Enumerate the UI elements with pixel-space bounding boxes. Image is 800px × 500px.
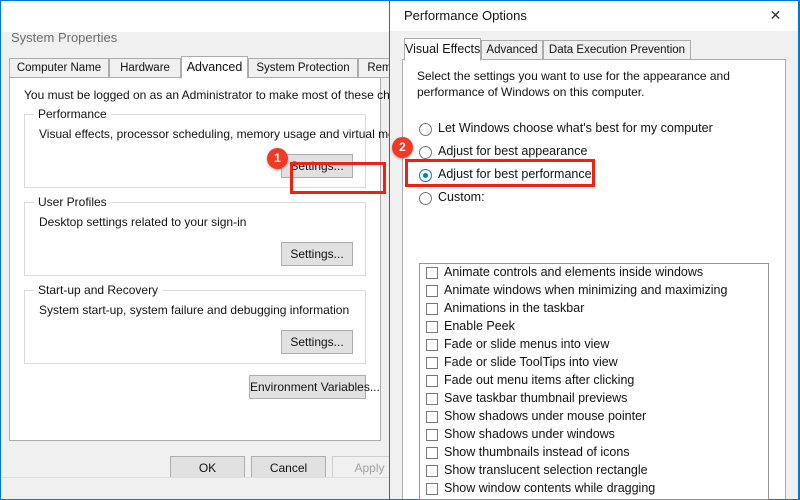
checkbox-icon: [426, 357, 438, 369]
effect-list-item[interactable]: Enable Peek: [420, 318, 768, 336]
effect-list-item-label: Fade or slide ToolTips into view: [444, 355, 618, 369]
administrator-note: You must be logged on as an Administrato…: [24, 88, 426, 102]
effect-list-item[interactable]: Show thumbnails instead of icons: [420, 444, 768, 462]
visual-effects-description: Select the settings you want to use for …: [417, 69, 730, 99]
effect-list-item-label: Animate controls and elements inside win…: [444, 265, 704, 279]
checkbox-icon: [426, 321, 438, 333]
effect-list-item-label: Show shadows under mouse pointer: [444, 409, 647, 423]
checkbox-icon: [426, 303, 438, 315]
effect-list-item-label: Show thumbnails instead of icons: [444, 445, 630, 459]
checkbox-icon: [426, 447, 438, 459]
step-badge-2: 2: [392, 137, 413, 158]
system-properties-title: System Properties: [11, 30, 118, 45]
startup-recovery-group-legend: Start-up and Recovery: [34, 283, 163, 297]
effect-list-item[interactable]: Show shadows under windows: [420, 426, 768, 444]
effect-list-item-label: Fade or slide menus into view: [444, 337, 610, 351]
advanced-tab-panel: You must be logged on as an Administrato…: [9, 77, 426, 441]
tab-data-execution-prevention[interactable]: Data Execution Prevention: [543, 40, 691, 60]
effect-list-item-label: Show shadows under windows: [444, 427, 615, 441]
tab-visual-effects[interactable]: Visual Effects: [404, 38, 481, 61]
radio-icon: [419, 192, 432, 205]
radio-icon: [419, 146, 432, 159]
checkbox-icon: [426, 267, 438, 279]
effect-list-item-label: Fade out menu items after clicking: [444, 373, 635, 387]
user-profiles-group-description: Desktop settings related to your sign-in: [39, 215, 247, 229]
visual-effects-list[interactable]: Animate controls and elements inside win…: [419, 263, 769, 500]
effect-list-item[interactable]: Show shadows under mouse pointer: [420, 408, 768, 426]
performance-group: Performance Visual effects, processor sc…: [24, 107, 421, 188]
environment-variables-button[interactable]: Environment Variables...: [249, 375, 380, 399]
system-properties-titlebar: [1, 1, 389, 32]
checkbox-icon: [426, 429, 438, 441]
checkbox-icon: [426, 375, 438, 387]
effect-list-item-label: Enable Peek: [444, 319, 515, 333]
checkbox-icon: [426, 465, 438, 477]
checkbox-icon: [426, 285, 438, 297]
tab-computer-name[interactable]: Computer Name: [9, 58, 109, 78]
effect-list-item-label: Save taskbar thumbnail previews: [444, 391, 628, 405]
startup-recovery-settings-button[interactable]: Settings...: [281, 330, 353, 354]
tab-advanced-perf[interactable]: Advanced: [481, 40, 543, 60]
checkbox-icon: [426, 339, 438, 351]
performance-options-tabstrip: Visual Effects Advanced Data Execution P…: [404, 38, 786, 61]
startup-recovery-group: Start-up and Recovery System start-up, s…: [24, 283, 366, 364]
startup-recovery-group-description: System start-up, system failure and debu…: [39, 303, 350, 317]
radio-label: Adjust for best performance: [438, 167, 592, 181]
user-profiles-group-legend: User Profiles: [34, 195, 111, 209]
effect-list-item[interactable]: Show translucent selection rectangle: [420, 462, 768, 480]
system-properties-tabstrip: Computer Name Hardware Advanced System P…: [9, 56, 417, 79]
radio-icon: [419, 123, 432, 136]
effect-list-item[interactable]: Save taskbar thumbnail previews: [420, 390, 768, 408]
effect-list-item[interactable]: Fade out menu items after clicking: [420, 372, 768, 390]
system-properties-statusbar: [2, 477, 389, 498]
effect-list-item[interactable]: Fade or slide menus into view: [420, 336, 768, 354]
radio-icon-selected: [419, 169, 432, 182]
checkbox-icon: [426, 411, 438, 423]
step-badge-1: 1: [267, 148, 288, 169]
effect-list-item[interactable]: Animate controls and elements inside win…: [420, 264, 768, 282]
tab-system-protection[interactable]: System Protection: [248, 58, 358, 78]
effect-list-item-label: Animations in the taskbar: [444, 301, 585, 315]
system-properties-window: System Properties Computer Name Hardware…: [0, 0, 426, 500]
radio-label: Adjust for best appearance: [438, 144, 588, 158]
user-profiles-group: User Profiles Desktop settings related t…: [24, 195, 366, 276]
radio-label: Let Windows choose what's best for my co…: [438, 121, 713, 135]
tab-hardware[interactable]: Hardware: [109, 58, 181, 78]
performance-options-window: Performance Options ✕ Visual Effects Adv…: [389, 0, 800, 500]
effect-list-item[interactable]: Animations in the taskbar: [420, 300, 768, 318]
checkbox-icon: [426, 483, 438, 495]
effect-list-item-label: Show translucent selection rectangle: [444, 463, 648, 477]
close-icon[interactable]: ✕: [753, 1, 798, 30]
performance-settings-button[interactable]: Settings...: [281, 154, 353, 178]
screenshot-root: System Properties Computer Name Hardware…: [0, 0, 800, 500]
visual-effects-panel: Select the settings you want to use for …: [402, 59, 786, 500]
user-profiles-settings-button[interactable]: Settings...: [281, 242, 353, 266]
radio-label: Custom:: [438, 190, 485, 204]
performance-group-description: Visual effects, processor scheduling, me…: [39, 127, 422, 141]
effect-list-item-label: Show window contents while dragging: [444, 481, 656, 495]
checkbox-icon: [426, 393, 438, 405]
effect-list-item[interactable]: Fade or slide ToolTips into view: [420, 354, 768, 372]
effect-list-item[interactable]: Show window contents while dragging: [420, 480, 768, 498]
performance-group-legend: Performance: [34, 107, 111, 121]
effect-list-item-label: Animate windows when minimizing and maxi…: [444, 283, 728, 297]
performance-options-title: Performance Options: [404, 8, 527, 23]
effect-list-item[interactable]: Animate windows when minimizing and maxi…: [420, 282, 768, 300]
tab-advanced[interactable]: Advanced: [181, 56, 248, 79]
